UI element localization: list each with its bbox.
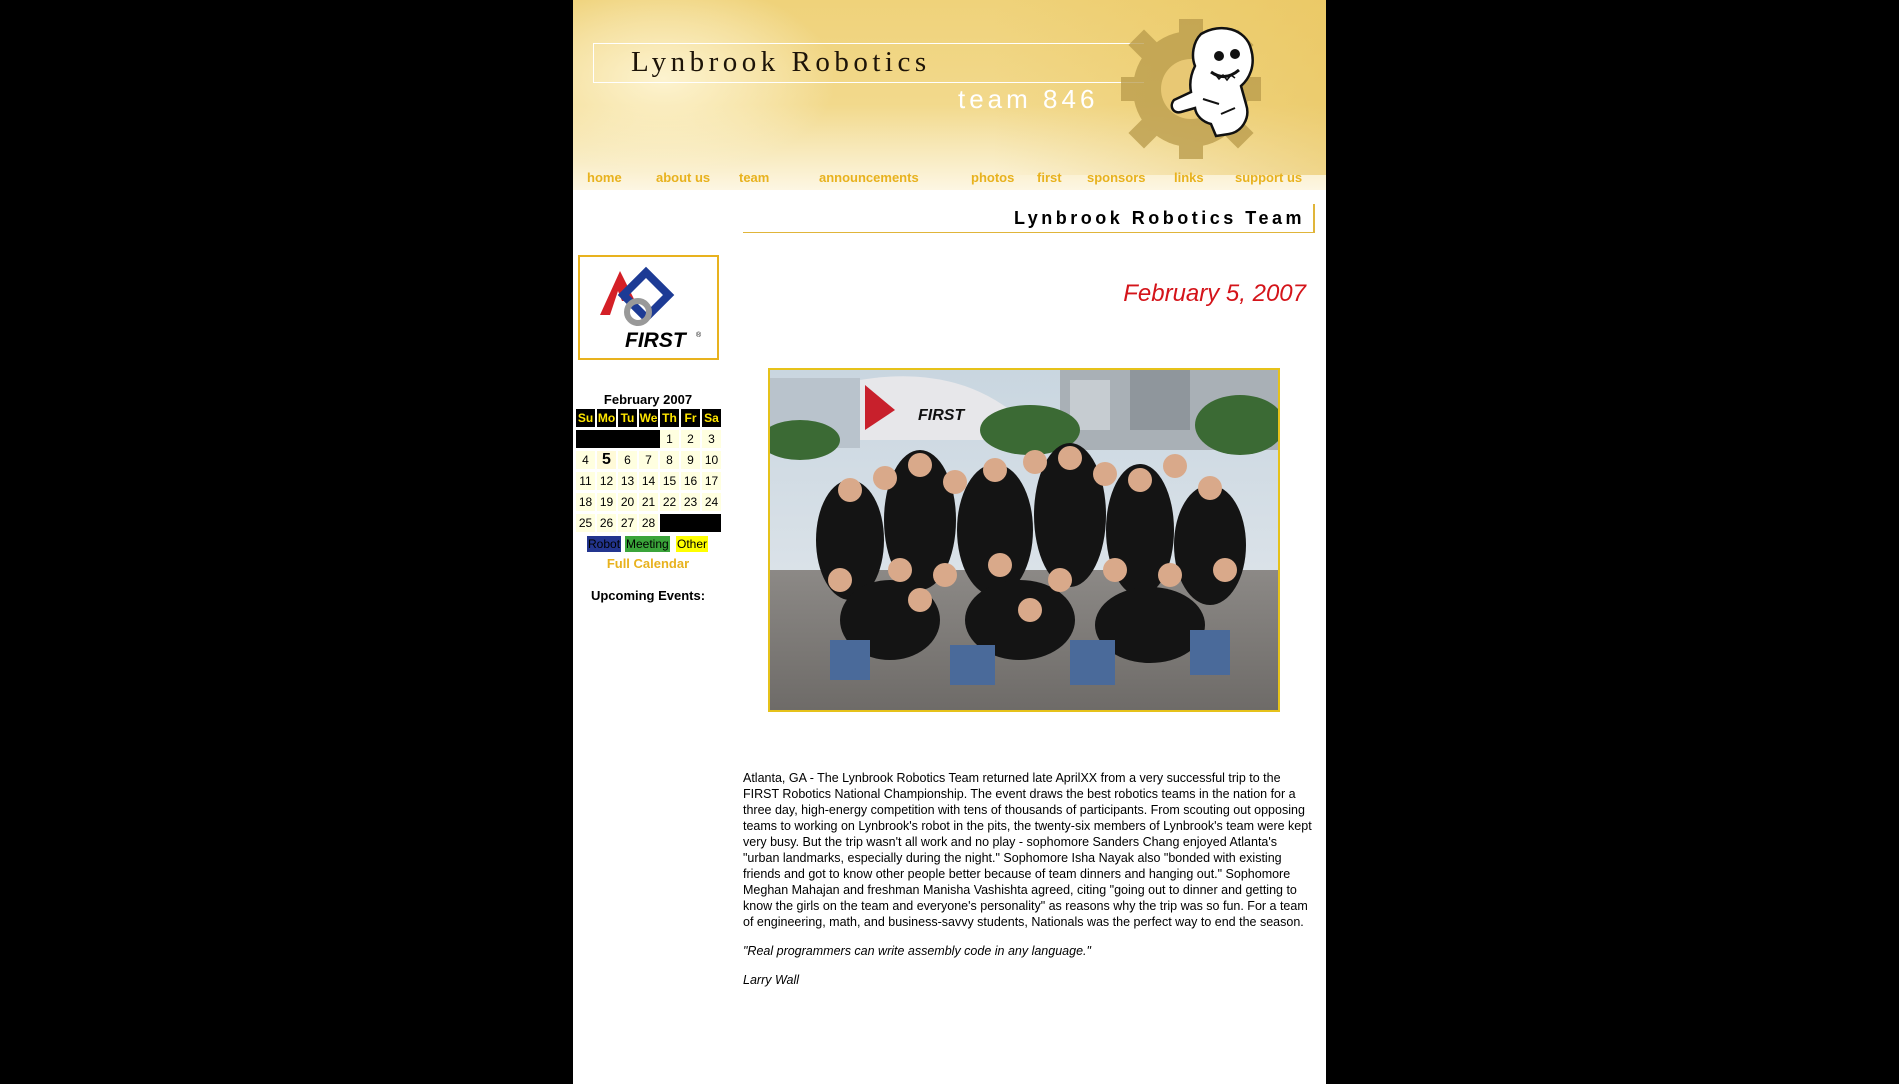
calendar-day[interactable]: 24 [702, 493, 721, 511]
gear-monkey-logo [1121, 19, 1261, 159]
weekday-header: Sa [702, 409, 721, 427]
calendar-day[interactable]: 16 [681, 472, 700, 490]
calendar-day[interactable]: 23 [681, 493, 700, 511]
full-calendar-link[interactable]: Full Calendar [575, 556, 721, 571]
photo-banner-text: FIRST [918, 407, 965, 424]
upcoming-events-heading: Upcoming Events: [590, 588, 706, 603]
article-date: February 5, 2007 [1123, 280, 1306, 307]
legend-robot: Robot [587, 536, 622, 552]
calendar-week-4: 18 19 20 21 22 23 24 [575, 493, 721, 511]
legend-meeting: Meeting [625, 536, 670, 552]
team-number: team 846 [958, 84, 1099, 114]
calendar-day[interactable]: 1 [660, 430, 679, 448]
nav-support-us[interactable]: support us [1235, 170, 1302, 185]
calendar-day[interactable]: 19 [597, 493, 616, 511]
calendar-day[interactable]: 11 [576, 472, 595, 490]
nav-photos[interactable]: photos [971, 170, 1014, 185]
calendar-day[interactable]: 17 [702, 472, 721, 490]
calendar-day[interactable]: 14 [639, 472, 658, 490]
weekday-header: We [639, 409, 658, 427]
page: Lynbrook Robotics team 846 home about us… [573, 0, 1326, 1084]
nav-about-us[interactable]: about us [656, 170, 710, 185]
nav-home[interactable]: home [587, 170, 622, 185]
weekday-header: Th [660, 409, 679, 427]
calendar-week-1: 1 2 3 [575, 430, 721, 448]
calendar-day[interactable]: 10 [702, 451, 721, 469]
site-title: Lynbrook Robotics [631, 46, 931, 78]
team-photo: FIRST [760, 368, 1285, 712]
calendar-day[interactable]: 12 [597, 472, 616, 490]
calendar-week-5: 25 26 27 28 [575, 514, 721, 532]
calendar-day[interactable]: 9 [681, 451, 700, 469]
first-logo[interactable]: FIRST ® [578, 255, 719, 360]
banana-graphic [573, 0, 833, 175]
nav-first[interactable]: first [1037, 170, 1062, 185]
section-title: Lynbrook Robotics Team [1013, 208, 1305, 228]
calendar-day[interactable]: 7 [639, 451, 658, 469]
nav-links[interactable]: links [1174, 170, 1204, 185]
calendar-day[interactable]: 13 [618, 472, 637, 490]
weekday-header: Mo [597, 409, 616, 427]
calendar-day[interactable]: 15 [660, 472, 679, 490]
calendar-day[interactable]: 2 [681, 430, 700, 448]
article-body: Atlanta, GA - The Lynbrook Robotics Team… [743, 770, 1313, 1001]
nav-sponsors[interactable]: sponsors [1087, 170, 1146, 185]
calendar-day[interactable]: 3 [702, 430, 721, 448]
quote: "Real programmers can write assembly cod… [743, 944, 1091, 958]
article-paragraph: Atlanta, GA - The Lynbrook Robotics Team… [743, 771, 1312, 929]
svg-text:®: ® [696, 331, 702, 339]
weekday-header: Tu [618, 409, 637, 427]
section-banner: Lynbrook Robotics Team [743, 204, 1315, 233]
calendar-day[interactable]: 20 [618, 493, 637, 511]
calendar-week-3: 11 12 13 14 15 16 17 [575, 472, 721, 490]
nav-announcements[interactable]: announcements [819, 170, 919, 185]
calendar-day[interactable]: 6 [618, 451, 637, 469]
calendar-day[interactable]: 18 [576, 493, 595, 511]
calendar-day[interactable]: 22 [660, 493, 679, 511]
weekday-header: Fr [681, 409, 700, 427]
quote-author: Larry Wall [743, 973, 800, 987]
site-header: Lynbrook Robotics team 846 home about us… [573, 0, 1326, 190]
calendar-day[interactable]: 21 [639, 493, 658, 511]
main-nav: home about us team announcements photos … [573, 170, 1326, 190]
calendar-day[interactable]: 4 [576, 451, 595, 469]
calendar-day[interactable]: 8 [660, 451, 679, 469]
calendar-week-2: 4 5 6 7 8 9 10 [575, 451, 721, 469]
calendar-day[interactable]: 25 [576, 514, 595, 532]
first-logo-text: FIRST [625, 329, 688, 352]
legend-other: Other [676, 536, 709, 552]
calendar-day-today[interactable]: 5 [597, 451, 616, 469]
first-logo-icon: FIRST ® [600, 266, 702, 352]
calendar-day[interactable]: 26 [597, 514, 616, 532]
nav-team[interactable]: team [739, 170, 769, 185]
calendar-day[interactable]: 27 [618, 514, 637, 532]
calendar-month: February 2007 [603, 392, 693, 407]
calendar-header-row: Su Mo Tu We Th Fr Sa [575, 409, 721, 427]
weekday-header: Su [576, 409, 595, 427]
calendar-day[interactable]: 28 [639, 514, 658, 532]
